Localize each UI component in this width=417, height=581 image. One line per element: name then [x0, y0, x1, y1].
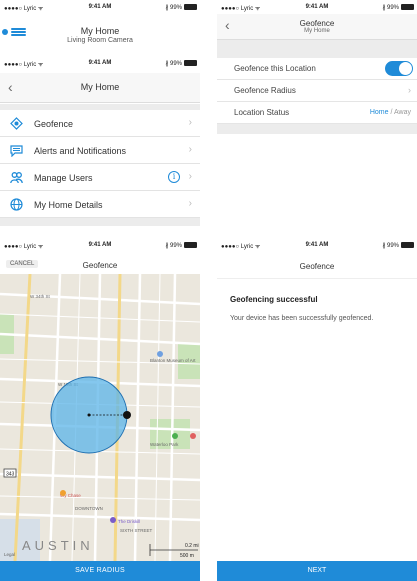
success-heading: Geofencing successful — [230, 295, 318, 304]
map-label: Blanton Museum of Art — [150, 358, 196, 363]
map-label: Legal — [4, 552, 15, 557]
menu-item-label: Alerts and Notifications — [34, 146, 127, 156]
map-label: Waterloo Park — [150, 442, 179, 447]
geofence-switch[interactable] — [385, 61, 413, 76]
battery-label: ∦ 99% — [165, 243, 182, 249]
save-radius-button[interactable]: SAVE RADIUS — [0, 561, 200, 581]
battery-label: ∦ 99% — [165, 5, 182, 11]
battery-icon — [184, 60, 197, 66]
battery-label: ∦ 99% — [382, 5, 399, 11]
route-shield: 343 — [6, 472, 15, 478]
scale-label-m: 500 m — [180, 553, 194, 559]
menu-item-home-details[interactable]: My Home Details › — [0, 191, 200, 218]
map-label: SIXTH STREET — [120, 528, 153, 533]
battery-label: ∦ 99% — [382, 243, 399, 249]
divider — [217, 278, 417, 279]
battery-icon — [401, 242, 414, 248]
location-status-row: Location Status Home / Away — [217, 102, 417, 124]
menu-item-label: Geofence — [34, 119, 74, 129]
chevron-right-icon: › — [188, 198, 192, 209]
message-icon — [10, 145, 23, 157]
status-bar: ●●●●○ Lyric ᯤ 9:41 AM ∦ 99% — [217, 238, 417, 252]
nav-subtitle: My Home — [304, 28, 330, 34]
battery-label: ∦ 99% — [165, 61, 182, 67]
geofence-map-screen: ●●●●○ Lyric ᯤ 9:41 AM ∦ 99% CANCEL Geofe… — [0, 238, 200, 581]
battery-icon — [184, 242, 197, 248]
navbar: CANCEL Geofence — [0, 252, 200, 274]
page-subtitle: Living Room Camera — [67, 37, 133, 44]
geofence-success-screen: ●●●●○ Lyric ᯤ 9:41 AM ∦ 99% Geofence Geo… — [217, 238, 417, 581]
battery-icon — [184, 4, 197, 10]
radius-drag-handle[interactable] — [123, 411, 131, 419]
status-bar: ●●●●○ Lyric ᯤ 9:41 AM ∦ 99% — [0, 56, 200, 70]
menu-item-alerts[interactable]: Alerts and Notifications › — [0, 137, 200, 164]
navbar: ‹ My Home — [0, 73, 200, 103]
chevron-right-icon: › — [188, 144, 192, 155]
status-bar: ●●●●○ Lyric ᯤ 9:41 AM ∦ 99% — [0, 0, 200, 14]
chevron-right-icon: › — [408, 85, 411, 95]
scale-label-mi: 0.2 mi — [185, 543, 199, 549]
geofence-icon — [10, 117, 23, 130]
next-button[interactable]: NEXT — [217, 561, 417, 581]
map-city-label: AUSTIN — [22, 538, 94, 553]
status-bar: ●●●●○ Lyric ᯤ 9:41 AM ∦ 99% — [217, 0, 417, 14]
menu-item-label: My Home Details — [34, 200, 103, 210]
status-bar: ●●●●○ Lyric ᯤ 9:41 AM ∦ 99% — [0, 238, 200, 252]
nav-title: Geofence — [82, 261, 118, 270]
section-gap — [0, 218, 200, 226]
chevron-right-icon: › — [188, 171, 192, 182]
geofence-toggle-row[interactable]: Geofence this Location — [217, 58, 417, 80]
map-canvas[interactable]: W 34th St Blanton Museum of Art W 19th S… — [0, 274, 200, 561]
row-label: Location Status — [234, 108, 290, 117]
globe-icon — [10, 198, 23, 211]
section-gap — [217, 40, 417, 58]
battery-icon — [401, 4, 414, 10]
my-home-screen: ●●●●○ Lyric ᯤ 9:41 AM ∦ 99% ‹ My Home Ge… — [0, 56, 200, 234]
users-icon — [10, 172, 23, 184]
chevron-right-icon: › — [188, 117, 192, 128]
info-icon[interactable]: i — [168, 171, 180, 183]
map-label: The Driskill — [118, 519, 140, 524]
map-label: DOWNTOWN — [75, 506, 103, 511]
success-message: Your device has been successfully geofen… — [230, 315, 374, 322]
menu-item-label: Manage Users — [34, 173, 93, 183]
map-label: W 34th St — [30, 294, 51, 299]
location-status-value: Home / Away — [369, 109, 411, 116]
menu-item-manage-users[interactable]: Manage Users i › — [0, 164, 200, 191]
nav-title: Geofence — [299, 19, 335, 28]
home-header-screen: ●●●●○ Lyric ᯤ 9:41 AM ∦ 99% My Home Livi… — [0, 0, 200, 56]
nav-title: My Home — [80, 82, 120, 92]
row-label: Geofence this Location — [234, 64, 316, 73]
geofence-radius-row[interactable]: Geofence Radius › — [217, 80, 417, 102]
page-title: My Home — [80, 26, 120, 36]
section-gap — [217, 124, 417, 134]
menu-item-geofence[interactable]: Geofence › — [0, 110, 200, 137]
map-view[interactable]: W 34th St Blanton Museum of Art W 19th S… — [0, 274, 200, 561]
nav-title: Geofence — [299, 262, 335, 271]
geofence-settings-screen: ●●●●○ Lyric ᯤ 9:41 AM ∦ 99% ‹ Geofence M… — [217, 0, 417, 150]
row-label: Geofence Radius — [234, 86, 296, 95]
